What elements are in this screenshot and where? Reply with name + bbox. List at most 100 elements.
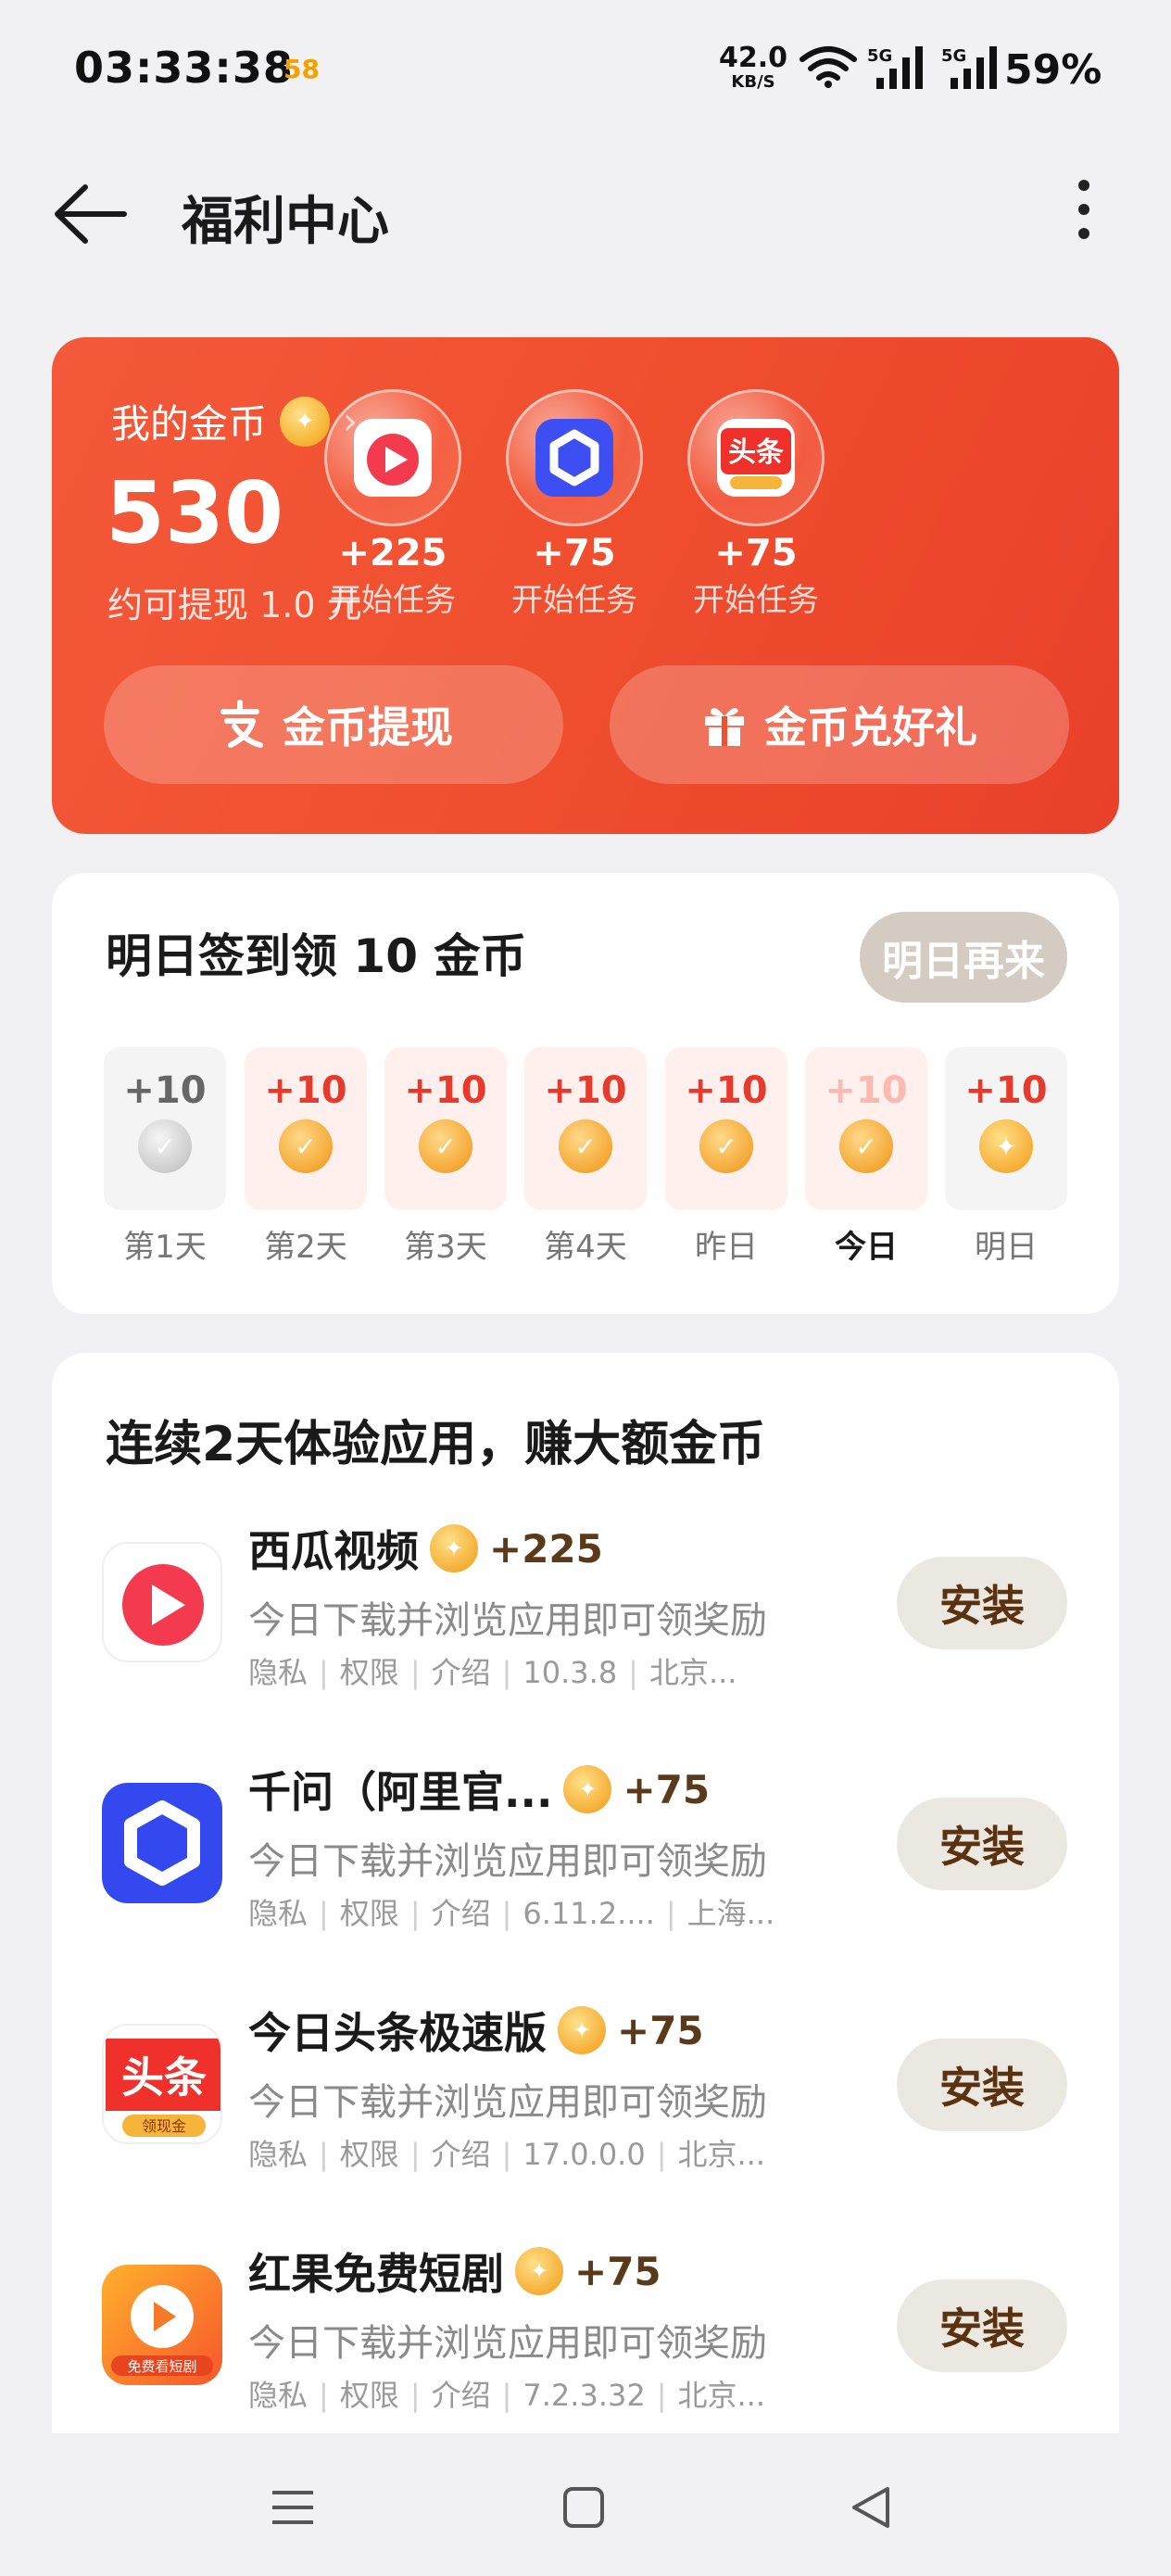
come-back-tomorrow-button[interactable]: 明日再来 — [860, 912, 1067, 1003]
exchange-gift-button[interactable]: 金币兑好礼 — [610, 665, 1069, 784]
install-button[interactable]: 安装 — [897, 2279, 1067, 2372]
qianwen-app-icon — [102, 1783, 222, 1903]
toutiao-icon: 头条 — [687, 389, 825, 526]
system-nav-bar — [0, 2433, 1171, 2576]
more-options-icon[interactable] — [1065, 172, 1102, 243]
intro-link[interactable]: 介绍 — [432, 2378, 491, 2413]
app-description: 今日下载并浏览应用即可领奖励 — [248, 1599, 767, 1642]
app-name: 红果免费短剧 ✦ +75 — [248, 2241, 661, 2302]
alipay-icon — [220, 700, 263, 748]
my-coins-label: 我的金币 — [111, 401, 268, 447]
xigua-video-app-icon — [102, 1542, 222, 1662]
page-title: 福利中心 — [182, 192, 389, 252]
qianwen-icon — [506, 389, 643, 526]
day-label: 第2天 — [264, 1229, 347, 1266]
svg-text:5G: 5G — [867, 46, 892, 66]
signal-sim1-icon: 5G — [867, 44, 928, 95]
checkin-day-today: +10 ✓ 今日 — [805, 1047, 927, 1267]
privacy-link[interactable]: 隐私 — [248, 1896, 308, 1931]
app-reward: +75 — [574, 2248, 661, 2294]
task-qianwen[interactable]: +75 开始任务 — [500, 389, 648, 620]
permissions-link[interactable]: 权限 — [340, 1655, 399, 1690]
checkin-day: +10 ✓ 第4天 — [524, 1047, 647, 1267]
coin-icon: ✦ — [515, 2247, 563, 2295]
intro-link[interactable]: 介绍 — [432, 2137, 491, 2172]
nav-back-icon[interactable] — [850, 2485, 891, 2533]
coin-check-icon: ✓ — [559, 1119, 612, 1173]
task-reward: +75 — [533, 532, 616, 575]
coin-check-icon: ✓ — [419, 1119, 472, 1173]
app-version: 6.11.2.... — [523, 1896, 655, 1931]
app-description: 今日下载并浏览应用即可领奖励 — [248, 2081, 767, 2124]
coin-star-icon: ✦ — [979, 1119, 1033, 1173]
svg-text:头条: 头条 — [728, 436, 784, 469]
app-name: 千问（阿里官... ✦ +75 — [248, 1759, 710, 1820]
coin-balance-card: 我的金币 ✦ › 530 约可提现 1.0 元 +225 开始任务 +75 开始… — [52, 337, 1119, 834]
task-reward: +75 — [714, 532, 798, 575]
intro-link[interactable]: 介绍 — [432, 1896, 491, 1931]
signal-sim2-icon: 5G — [941, 44, 1002, 95]
permissions-link[interactable]: 权限 — [340, 2137, 399, 2172]
battery-level: 59% — [1004, 46, 1102, 94]
privacy-link[interactable]: 隐私 — [248, 2137, 308, 2172]
coin-icon: ✦ — [563, 1765, 612, 1813]
daily-checkin-card: 明日签到领 10 金币 明日再来 +10 ✓ 第1天 +10 ✓ 第2天 +10 ✓ … — [52, 873, 1119, 1314]
app-name-text: 千问（阿里官... — [248, 1767, 553, 1817]
app-list-item: 头条 领现金 今日头条极速版 ✦ +75 今日下载并浏览应用即可领奖励 隐私 | 权… — [52, 1992, 1119, 2215]
recent-apps-icon[interactable] — [272, 2491, 313, 2535]
task-reward: +225 — [338, 532, 447, 575]
task-toutiao[interactable]: 头条 +75 开始任务 — [682, 389, 830, 620]
xigua-video-icon — [324, 389, 461, 526]
coin-check-icon: ✓ — [839, 1119, 893, 1173]
notification-app-icon: 58 — [283, 54, 320, 84]
svg-text:5G: 5G — [941, 46, 966, 66]
app-developer: 北京... — [677, 2137, 766, 2172]
svg-text:免费看短剧: 免费看短剧 — [127, 2358, 196, 2375]
exchange-gift-label: 金币兑好礼 — [764, 702, 977, 752]
withdraw-coins-button[interactable]: 金币提现 — [104, 665, 563, 784]
app-version: 17.0.0.0 — [523, 2137, 646, 2172]
install-button[interactable]: 安装 — [897, 1798, 1067, 1890]
app-developer: 上海... — [686, 1896, 775, 1931]
app-developer: 北京... — [648, 1655, 737, 1690]
coin-check-icon: ✓ — [699, 1119, 753, 1173]
app-list-item: 免费看短剧 红果免费短剧 ✦ +75 今日下载并浏览应用即可领奖励 隐私 | 权限 |… — [52, 2233, 1119, 2456]
app-name: 西瓜视频 ✦ +225 — [248, 1518, 603, 1579]
home-icon[interactable] — [563, 2487, 604, 2528]
app-description: 今日下载并浏览应用即可领奖励 — [248, 1840, 767, 1883]
day-label: 今日 — [835, 1229, 898, 1266]
app-name-text: 今日头条极速版 — [248, 2008, 547, 2058]
svg-text:领现金: 领现金 — [142, 2117, 186, 2135]
gift-icon — [705, 708, 744, 746]
day-points: +10 — [123, 1069, 207, 1112]
install-button[interactable]: 安装 — [897, 2039, 1067, 2131]
intro-link[interactable]: 介绍 — [432, 1655, 491, 1690]
svg-text:头条: 头条 — [121, 2052, 207, 2102]
app-reward: +75 — [617, 2007, 704, 2053]
app-list-item: 千问（阿里官... ✦ +75 今日下载并浏览应用即可领奖励 隐私 | 权限 | 介绍 |… — [52, 1751, 1119, 1974]
task-xigua[interactable]: +225 开始任务 — [319, 389, 467, 620]
privacy-link[interactable]: 隐私 — [248, 2378, 308, 2413]
app-reward: +75 — [623, 1766, 711, 1812]
checkin-day-tomorrow: +10 ✦ 明日 — [945, 1047, 1067, 1267]
checkin-day: +10 ✓ 第1天 — [104, 1047, 226, 1267]
install-button[interactable]: 安装 — [897, 1557, 1067, 1649]
network-speed: 42.0 KB/S — [719, 44, 787, 91]
withdraw-coins-label: 金币提现 — [283, 702, 453, 752]
day-label: 明日 — [975, 1229, 1038, 1266]
app-meta: 隐私 | 权限 | 介绍 | 7.2.3.32 | 北京... — [248, 2378, 766, 2413]
checkin-day: +10 ✓ 昨日 — [665, 1047, 787, 1267]
app-reward: +225 — [489, 1525, 603, 1572]
back-arrow-icon[interactable] — [52, 182, 130, 246]
status-time: 03:33:38 — [74, 43, 294, 93]
task-start-label: 开始任务 — [511, 582, 637, 619]
permissions-link[interactable]: 权限 — [340, 1896, 399, 1931]
day-points: +10 — [544, 1069, 627, 1112]
day-points: +10 — [964, 1069, 1048, 1112]
permissions-link[interactable]: 权限 — [340, 2378, 399, 2413]
hongguo-app-icon: 免费看短剧 — [102, 2265, 222, 2385]
app-meta: 隐私 | 权限 | 介绍 | 10.3.8 | 北京... — [248, 1655, 737, 1690]
toutiao-app-icon: 头条 领现金 — [102, 2024, 222, 2144]
privacy-link[interactable]: 隐私 — [248, 1655, 308, 1690]
app-name-text: 西瓜视频 — [248, 1526, 419, 1576]
